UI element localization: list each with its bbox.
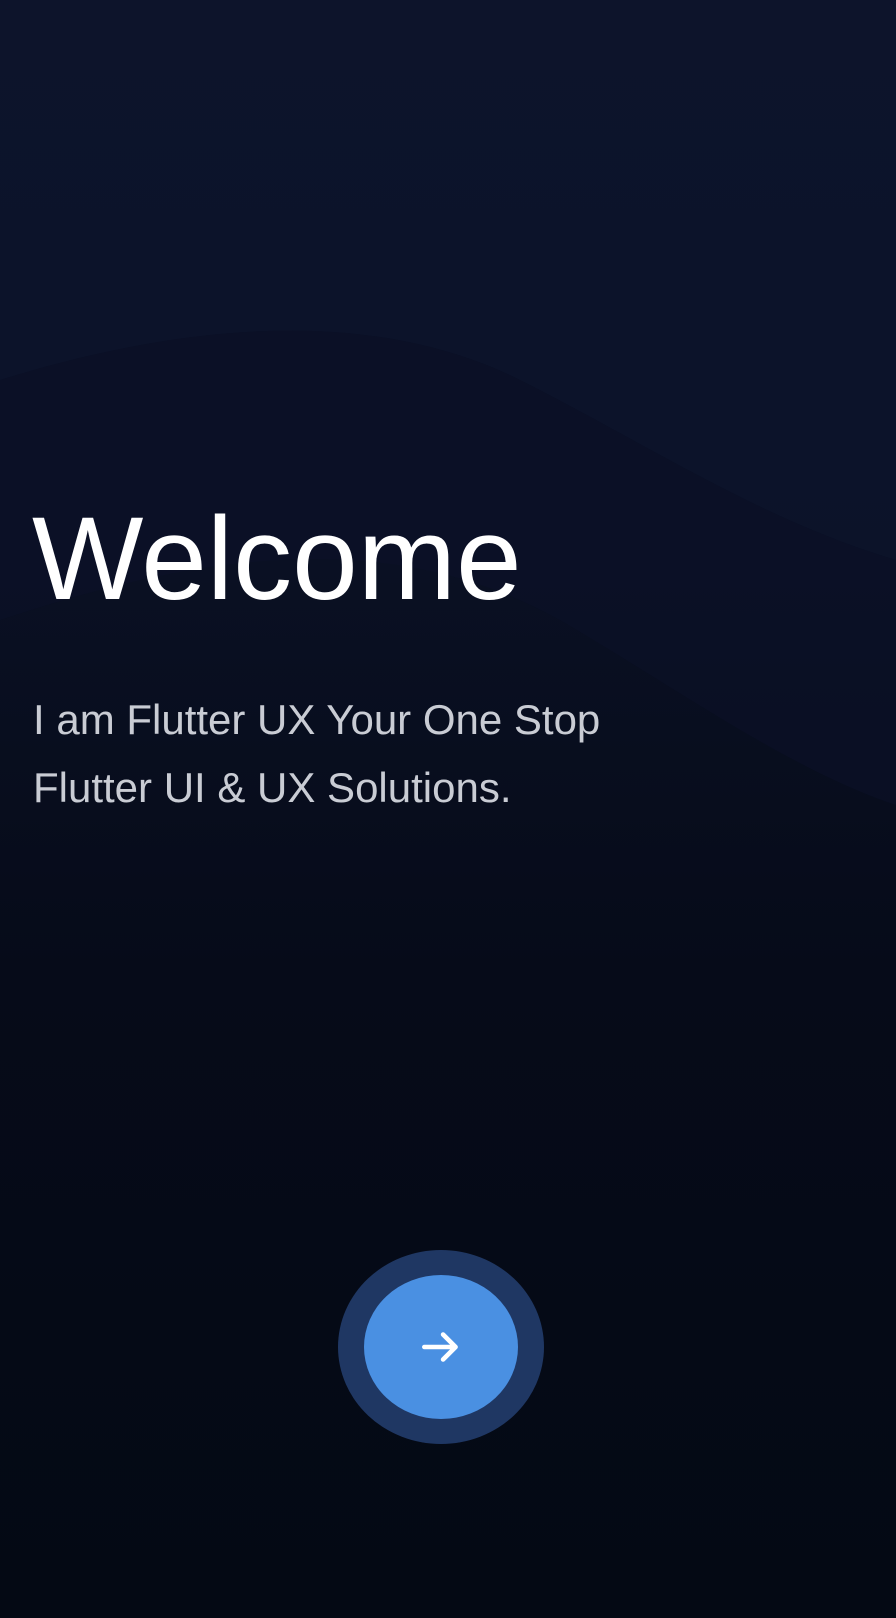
welcome-tagline: I am Flutter UX Your One Stop Flutter UI…	[33, 686, 793, 822]
welcome-screen: Welcome I am Flutter UX Your One Stop Fl…	[0, 0, 896, 1618]
next-button-fill[interactable]	[364, 1275, 518, 1419]
arrow-right-icon	[422, 1332, 458, 1362]
tagline-line-1: I am Flutter UX Your One Stop	[33, 696, 601, 743]
tagline-line-2: Flutter UI & UX Solutions.	[33, 764, 512, 811]
welcome-title: Welcome	[32, 493, 522, 625]
next-button[interactable]	[338, 1250, 544, 1444]
